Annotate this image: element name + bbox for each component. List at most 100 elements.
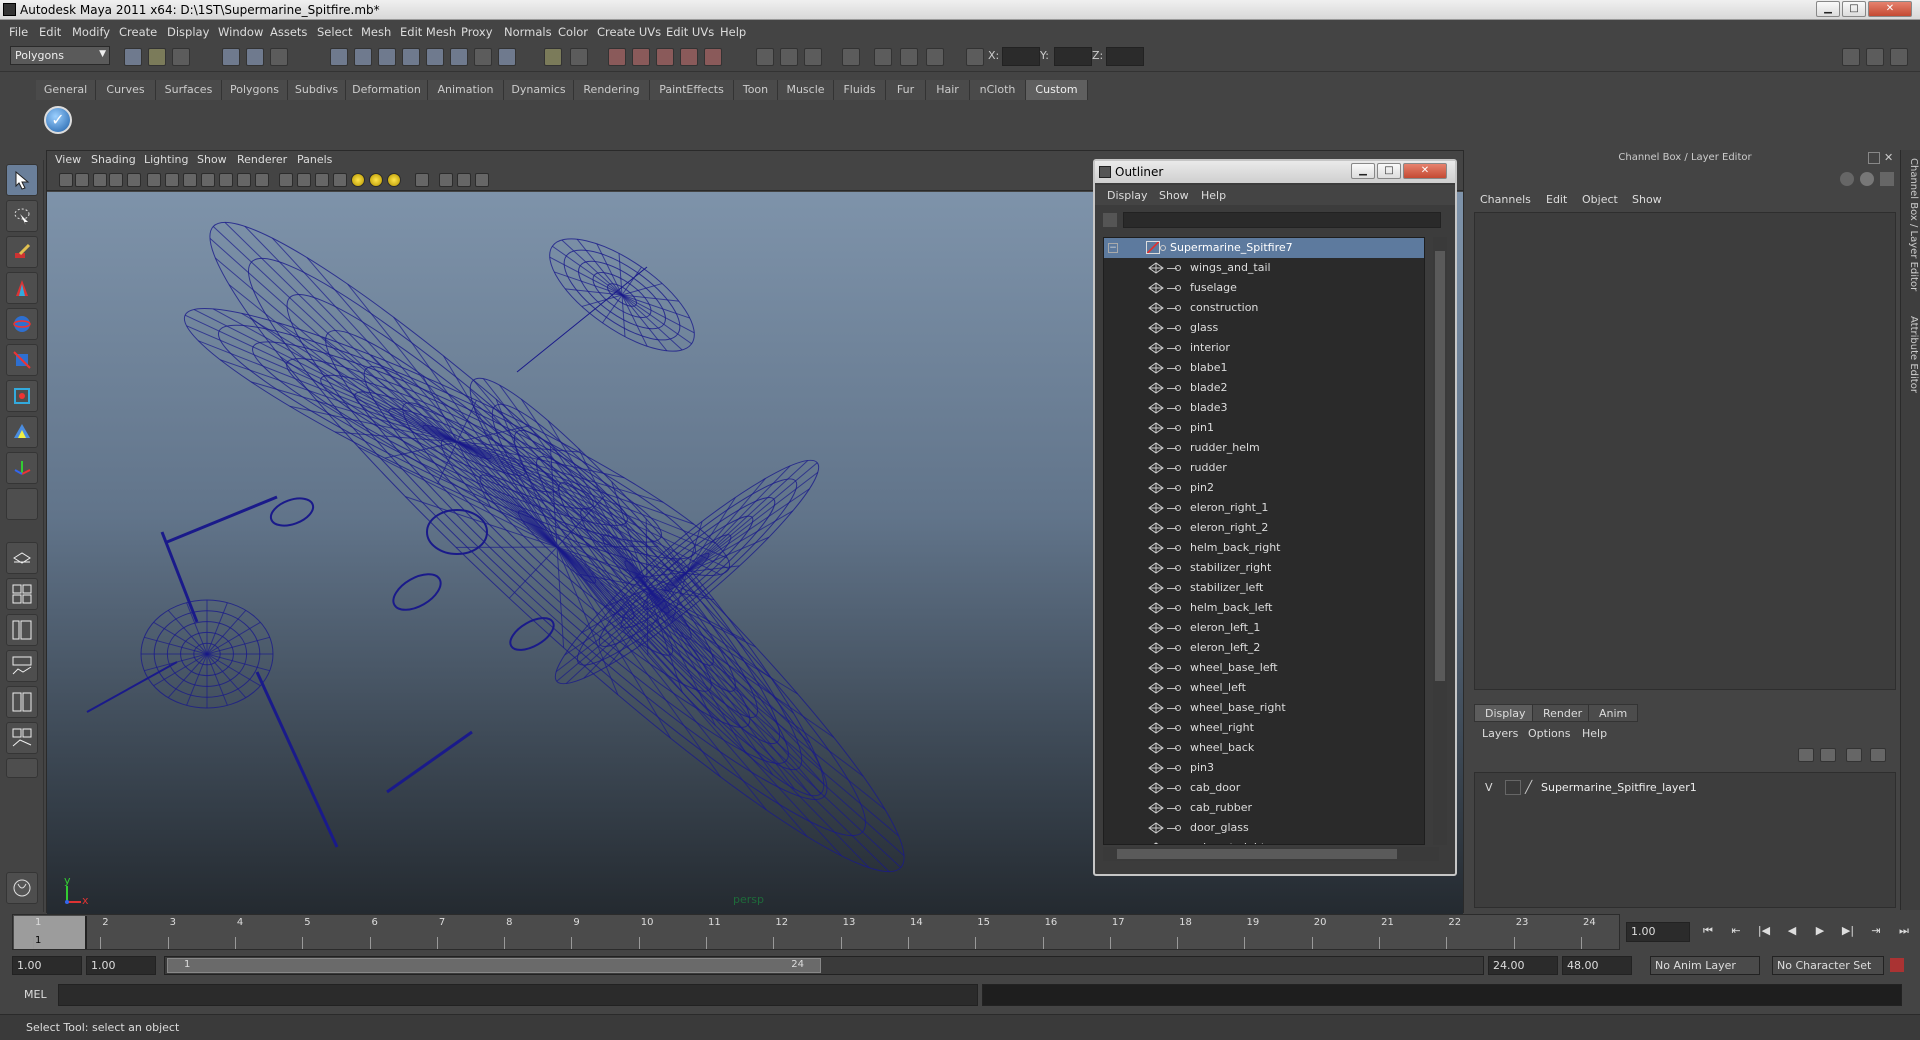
make-live-icon[interactable] [426, 48, 444, 66]
menu-window[interactable]: Window [218, 25, 263, 39]
layer-menu-layers[interactable]: Layers [1482, 727, 1518, 740]
auto-key-icon[interactable] [1890, 958, 1904, 972]
playback-start-field[interactable]: 1.00 [86, 956, 156, 975]
outliner-close-button[interactable]: ✕ [1403, 163, 1447, 179]
snap-plane-icon[interactable] [402, 48, 420, 66]
outliner-item[interactable]: wheel_base_left [1104, 658, 1424, 678]
select-tool-icon[interactable] [6, 164, 38, 196]
history-icon[interactable] [450, 48, 468, 66]
x-field[interactable] [1002, 47, 1040, 66]
collapse-icon[interactable]: − [1108, 243, 1118, 253]
shelf-tab-ncloth[interactable]: nCloth [970, 80, 1026, 100]
outliner-item[interactable]: blabe1 [1104, 358, 1424, 378]
shelf-tab-subdivs[interactable]: Subdivs [288, 80, 346, 100]
grid-icon[interactable] [147, 173, 161, 187]
input-ops-icon[interactable] [474, 48, 492, 66]
vp-menu-shading[interactable]: Shading [91, 153, 136, 166]
command-language-label[interactable]: MEL [24, 988, 47, 1001]
anim-layer-select[interactable]: No Anim Layer [1650, 956, 1760, 975]
layer-row[interactable]: V ╱ Supermarine_Spitfire_layer1 [1479, 779, 1889, 797]
default-lighting-icon[interactable] [351, 173, 365, 187]
cb-menu-show[interactable]: Show [1632, 193, 1662, 206]
render-settings-icon[interactable] [656, 48, 674, 66]
field-chart-icon[interactable] [219, 173, 233, 187]
menu-modify[interactable]: Modify [72, 25, 110, 39]
lock-icon[interactable] [1860, 172, 1874, 186]
remove-from-layer-icon[interactable] [1870, 748, 1886, 762]
step-back-frame-button[interactable]: |◀ [1754, 924, 1774, 940]
minimize-button[interactable]: ▁ [1816, 1, 1840, 17]
smooth-shading-icon[interactable] [297, 173, 311, 187]
outliner-item[interactable]: wheel_left [1104, 678, 1424, 698]
y-field[interactable] [1054, 47, 1092, 66]
film-gate-icon[interactable] [874, 48, 892, 66]
isolate-select-icon[interactable] [415, 173, 429, 187]
snap-curve-icon[interactable] [354, 48, 372, 66]
shelf-tab-custom[interactable]: Custom [1026, 80, 1088, 100]
new-layer-empty-icon[interactable] [1798, 748, 1814, 762]
camera-icon[interactable] [756, 48, 774, 66]
outliner-item[interactable]: wheel_right [1104, 718, 1424, 738]
channel-list[interactable] [1474, 212, 1896, 690]
outliner-item[interactable]: wings_and_tail [1104, 258, 1424, 278]
cb-menu-object[interactable]: Object [1582, 193, 1618, 206]
key-icon[interactable] [1840, 172, 1854, 186]
xray-joints-icon[interactable] [457, 173, 471, 187]
z-field[interactable] [1106, 47, 1144, 66]
layer-tab-display[interactable]: Display [1474, 704, 1537, 722]
outliner-menu-help[interactable]: Help [1201, 189, 1226, 202]
toggle-attribute-editor-icon[interactable] [1842, 48, 1860, 66]
ipr-render-icon[interactable] [632, 48, 650, 66]
gate-mask-icon[interactable] [201, 173, 215, 187]
outliner-item[interactable]: cab_door [1104, 778, 1424, 798]
outliner-item[interactable]: eleron_right_2 [1104, 518, 1424, 538]
textured-icon[interactable] [333, 173, 347, 187]
outliner-item[interactable]: construction [1104, 298, 1424, 318]
persp-outliner-graph-layout-icon[interactable] [6, 722, 38, 754]
outliner-item[interactable]: helm_back_right [1104, 538, 1424, 558]
menu-create-uvs[interactable]: Create UVs [597, 25, 661, 39]
add-to-layer-icon[interactable] [1846, 748, 1862, 762]
shelf-tab-muscle[interactable]: Muscle [778, 80, 834, 100]
shelf-tab-hair[interactable]: Hair [926, 80, 970, 100]
outliner-item[interactable]: rudder [1104, 458, 1424, 478]
open-scene-icon[interactable] [148, 48, 166, 66]
shelf-tab-painteffects[interactable]: PaintEffects [650, 80, 734, 100]
xray-icon[interactable] [439, 173, 453, 187]
resolution-gate-icon[interactable] [926, 48, 944, 66]
range-thumb[interactable]: 1 24 [167, 958, 821, 973]
toggle-channel-box-icon[interactable] [1890, 48, 1908, 66]
wireframe-shading-icon[interactable] [279, 173, 293, 187]
outliner-tree[interactable]: − Supermarine_Spitfire7 wings_and_tail fu… [1103, 237, 1425, 845]
shelf-tab-fur[interactable]: Fur [886, 80, 926, 100]
four-view-layout-icon[interactable] [6, 578, 38, 610]
two-d-pan-icon[interactable] [127, 173, 141, 187]
go-to-start-button[interactable]: ⏮ [1698, 924, 1718, 940]
outliner-item[interactable]: exhaust_right [1104, 838, 1424, 844]
wireframe-on-shaded-icon[interactable] [315, 173, 329, 187]
outliner-item[interactable]: blade3 [1104, 398, 1424, 418]
cb-menu-edit[interactable]: Edit [1546, 193, 1567, 206]
image-plane-icon[interactable] [109, 173, 123, 187]
select-hierarchy-icon[interactable] [222, 48, 240, 66]
time-slider[interactable]: 1 1 2 3 4 5 6 7 8 9 10 11 12 13 14 15 16 17 18 19 20 21 22 23 2… [12, 914, 1620, 950]
film-gate-icon-vp[interactable] [165, 173, 179, 187]
outliner-item[interactable]: eleron_right_1 [1104, 498, 1424, 518]
lasso-tool-icon[interactable] [6, 200, 38, 232]
menu-file[interactable]: File [9, 25, 28, 39]
paint-select-tool-icon[interactable] [6, 236, 38, 268]
menu-select[interactable]: Select [317, 25, 352, 39]
outliner-item[interactable]: interior [1104, 338, 1424, 358]
custom-shelf-check-icon[interactable]: ✓ [44, 106, 72, 134]
rotate-tool-icon[interactable] [6, 308, 38, 340]
step-forward-frame-button[interactable]: ▶| [1838, 924, 1858, 940]
collapse-layouts-icon[interactable] [6, 758, 38, 778]
outliner-root-item[interactable]: − Supermarine_Spitfire7 [1104, 238, 1424, 258]
shelf-tab-fluids[interactable]: Fluids [834, 80, 886, 100]
outliner-item[interactable]: eleron_left_2 [1104, 638, 1424, 658]
shelf-tab-deformation[interactable]: Deformation [346, 80, 428, 100]
select-camera-icon[interactable] [59, 173, 73, 187]
outliner-item[interactable]: rudder_helm [1104, 438, 1424, 458]
vp-menu-view[interactable]: View [55, 153, 81, 166]
shelf-tab-animation[interactable]: Animation [428, 80, 504, 100]
